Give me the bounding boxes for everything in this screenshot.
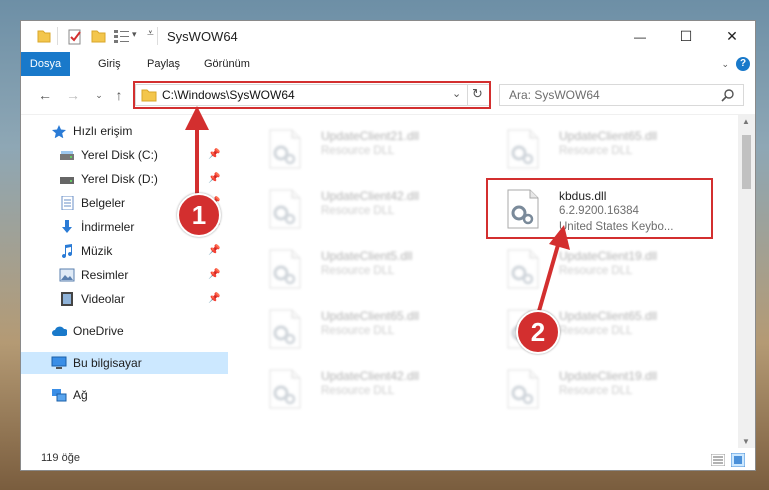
step-badge-1: 1 xyxy=(177,193,221,237)
arrow-2-line xyxy=(535,237,562,319)
arrow-2-head xyxy=(549,225,570,250)
step-badge-2: 2 xyxy=(516,310,560,354)
arrow-1-head xyxy=(185,106,209,130)
annotation-arrows xyxy=(185,106,570,319)
